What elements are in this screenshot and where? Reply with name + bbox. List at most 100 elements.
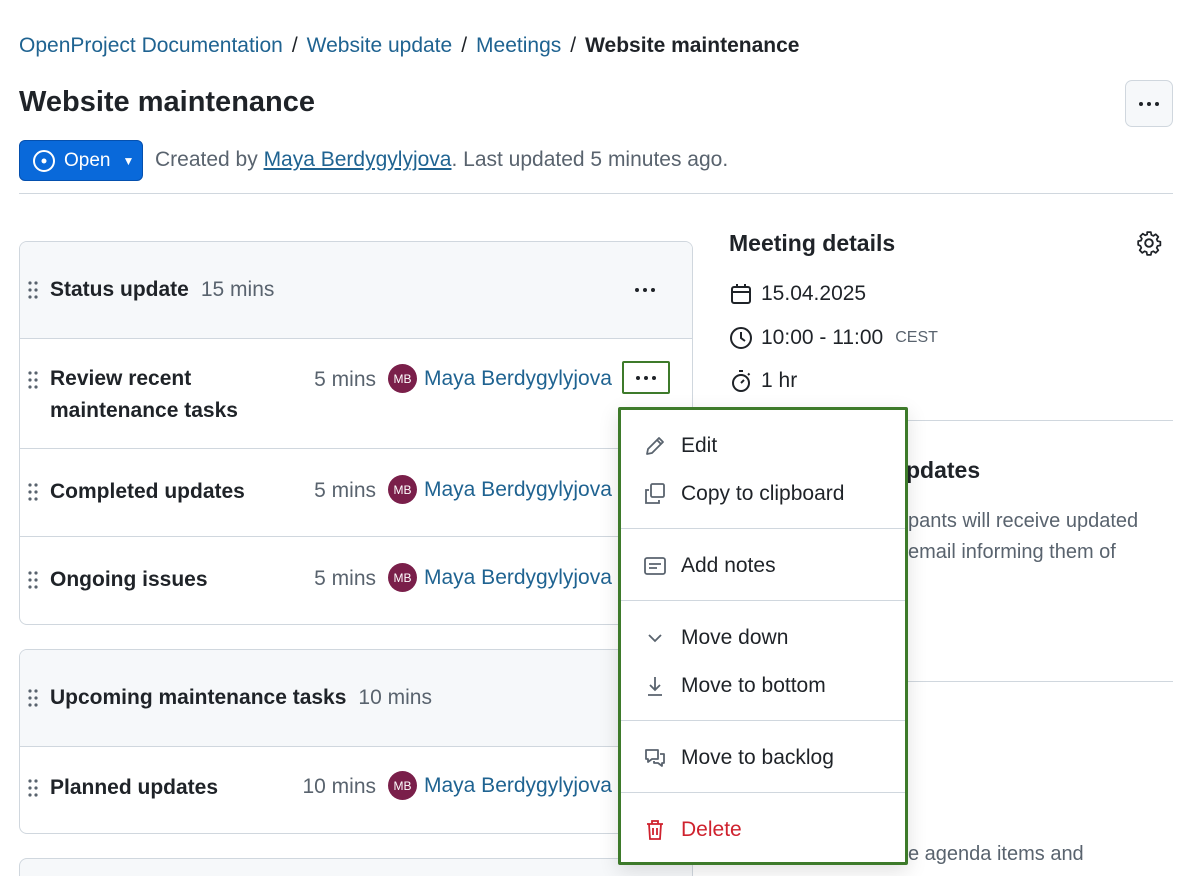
agenda-item-title: Ongoing issues xyxy=(50,564,208,596)
section-title: Status update xyxy=(50,278,189,302)
menu-item-label: Edit xyxy=(681,434,717,458)
agenda-section-status-update: Status update 15 mins Review recent main… xyxy=(19,241,693,625)
avatar: MB xyxy=(388,563,417,592)
breadcrumb: OpenProject Documentation / Website upda… xyxy=(19,34,799,58)
breadcrumb-separator: / xyxy=(461,34,467,58)
menu-divider xyxy=(621,528,905,529)
breadcrumb-current: Website maintenance xyxy=(585,34,799,58)
menu-item-delete[interactable]: Delete xyxy=(643,818,742,842)
drag-handle-icon[interactable] xyxy=(28,281,38,299)
menu-item-move-to-bottom[interactable]: Move to bottom xyxy=(643,674,826,698)
menu-item-edit[interactable]: Edit xyxy=(643,434,717,458)
sidebar-bottom-text: e agenda items and xyxy=(908,843,1084,866)
meeting-duration: 1 hr xyxy=(729,369,797,393)
created-info: Created by Maya Berdygylyjova. Last upda… xyxy=(155,148,728,172)
presenter-link[interactable]: Maya Berdygylyjova xyxy=(424,774,612,798)
avatar: MB xyxy=(388,475,417,504)
note-icon xyxy=(643,554,667,578)
copy-icon xyxy=(643,482,667,506)
menu-item-label: Move down xyxy=(681,626,788,650)
trash-icon xyxy=(643,818,667,842)
created-prefix: Created by xyxy=(155,148,264,171)
drag-handle-icon[interactable] xyxy=(28,779,38,797)
avatar: MB xyxy=(388,364,417,393)
agenda-item-title: Review recent maintenance tasks xyxy=(50,363,238,427)
section-duration: 15 mins xyxy=(201,278,275,302)
agenda-item: Completed updates 5 mins MB Maya Berdygy… xyxy=(20,449,692,537)
pencil-icon xyxy=(643,434,667,458)
header-divider xyxy=(19,193,1173,194)
caret-down-icon: ▼ xyxy=(122,154,134,168)
updates-heading: pdates xyxy=(906,457,980,484)
menu-divider xyxy=(621,600,905,601)
menu-item-label: Move to bottom xyxy=(681,674,826,698)
status-label: Open xyxy=(64,150,110,172)
menu-item-move-down[interactable]: Move down xyxy=(643,626,788,650)
section-duration: 10 mins xyxy=(358,686,432,710)
agenda-section-upcoming-maintenance: Upcoming maintenance tasks 10 mins Plann… xyxy=(19,649,693,834)
move-to-bottom-icon xyxy=(643,674,667,698)
presenter-link[interactable]: Maya Berdygylyjova xyxy=(424,367,612,391)
agenda-item: Review recent maintenance tasks 5 mins M… xyxy=(20,339,692,449)
drag-handle-icon[interactable] xyxy=(28,571,38,589)
breadcrumb-link-website-update[interactable]: Website update xyxy=(307,34,453,58)
section-menu-button[interactable] xyxy=(628,278,662,302)
avatar: MB xyxy=(388,771,417,800)
meeting-details-title: Meeting details xyxy=(729,230,895,257)
agenda-item: Planned updates 10 mins MB Maya Berdygyl… xyxy=(20,747,692,834)
section-header: Upcoming maintenance tasks 10 mins xyxy=(20,650,692,747)
section-header: Status update 15 mins xyxy=(20,242,692,339)
more-icon xyxy=(624,363,668,392)
meeting-date-value: 15.04.2025 xyxy=(761,282,866,306)
agenda-item-menu-button[interactable] xyxy=(622,361,670,394)
meeting-time: 10:00 - 11:00 CEST xyxy=(729,326,938,350)
updated-text: . Last updated 5 minutes ago. xyxy=(451,148,728,171)
page-actions-menu-button[interactable] xyxy=(1125,80,1173,127)
menu-item-copy-to-clipboard[interactable]: Copy to clipboard xyxy=(643,482,844,506)
updates-text: email informing them of xyxy=(908,541,1116,564)
author-link[interactable]: Maya Berdygylyjova xyxy=(264,148,452,171)
agenda-item-action-menu: Edit Copy to clipboard Add notes Move do… xyxy=(618,407,908,865)
agenda-item-title-line: Review recent xyxy=(50,363,238,395)
drag-handle-icon[interactable] xyxy=(28,483,38,501)
status-dropdown-button[interactable]: Open ▼ xyxy=(19,140,143,181)
menu-item-add-notes[interactable]: Add notes xyxy=(643,554,776,578)
meeting-time-value: 10:00 - 11:00 xyxy=(761,326,883,350)
agenda-item-duration: 5 mins xyxy=(256,368,376,392)
presenter-link[interactable]: Maya Berdygylyjova xyxy=(424,566,612,590)
menu-item-label: Delete xyxy=(681,818,742,842)
breadcrumb-link-meetings[interactable]: Meetings xyxy=(476,34,561,58)
agenda-item-duration: 5 mins xyxy=(256,479,376,503)
presenter-link[interactable]: Maya Berdygylyjova xyxy=(424,478,612,502)
menu-divider xyxy=(621,792,905,793)
clock-icon xyxy=(729,326,753,350)
updates-text: pants will receive updated xyxy=(908,510,1138,533)
agenda-item-duration: 10 mins xyxy=(256,775,376,799)
agenda-item-duration: 5 mins xyxy=(256,567,376,591)
chevron-down-icon xyxy=(643,626,667,650)
menu-item-move-to-backlog[interactable]: Move to backlog xyxy=(643,746,834,770)
drag-handle-icon[interactable] xyxy=(28,371,38,389)
agenda-item: Ongoing issues 5 mins MB Maya Berdygylyj… xyxy=(20,537,692,624)
menu-item-label: Copy to clipboard xyxy=(681,482,844,506)
agenda-item-title-line: maintenance tasks xyxy=(50,395,238,427)
breadcrumb-separator: / xyxy=(292,34,298,58)
agenda-item-title: Planned updates xyxy=(50,772,218,804)
stopwatch-icon xyxy=(729,369,753,393)
section-title: Upcoming maintenance tasks xyxy=(50,686,346,710)
backlog-icon xyxy=(643,746,667,770)
meeting-duration-value: 1 hr xyxy=(761,369,797,393)
circle-dot-icon xyxy=(32,149,56,173)
meeting-timezone: CEST xyxy=(895,329,938,347)
breadcrumb-separator: / xyxy=(570,34,576,58)
menu-item-label: Add notes xyxy=(681,554,776,578)
menu-divider xyxy=(621,720,905,721)
drag-handle-icon[interactable] xyxy=(28,689,38,707)
meeting-date: 15.04.2025 xyxy=(729,282,866,306)
breadcrumb-link-project[interactable]: OpenProject Documentation xyxy=(19,34,283,58)
agenda-item-title: Completed updates xyxy=(50,476,245,508)
gear-icon[interactable] xyxy=(1136,230,1162,256)
menu-item-label: Move to backlog xyxy=(681,746,834,770)
more-icon xyxy=(1139,102,1159,106)
page-title: Website maintenance xyxy=(19,86,315,119)
